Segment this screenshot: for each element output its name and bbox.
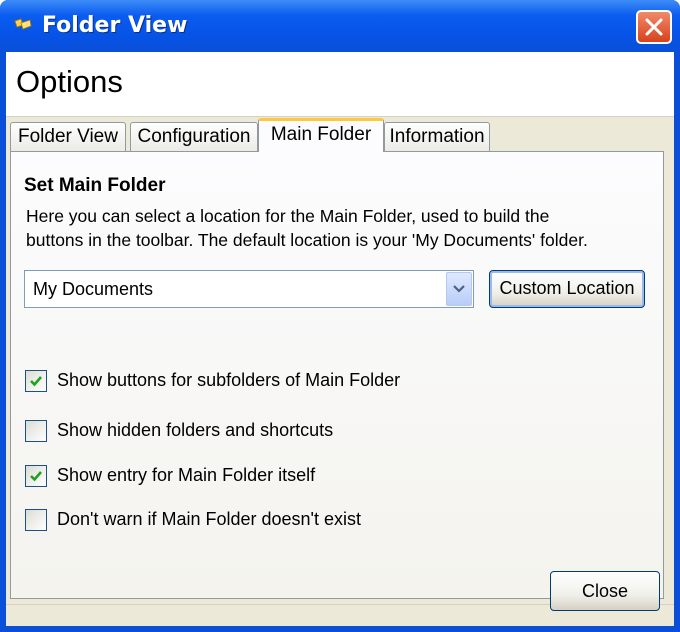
checkbox-label: Show buttons for subfolders of Main Fold…: [57, 370, 401, 390]
checkbox-label: Show hidden folders and shortcuts: [57, 420, 334, 440]
dialog-client-area: Options Folder View Configuration Main F…: [6, 52, 674, 626]
title-bar[interactable]: Folder View: [0, 0, 680, 52]
checkbox[interactable]: [25, 465, 47, 487]
checkbox[interactable]: [25, 509, 47, 531]
description-line: buttons in the toolbar. The default loca…: [26, 230, 588, 250]
folder-view-app-icon: [14, 18, 32, 30]
tab-configuration[interactable]: Configuration: [130, 122, 258, 151]
section-title: Set Main Folder: [24, 175, 166, 196]
checkbox-label: Show entry for Main Folder itself: [57, 465, 316, 485]
tab-folder-view[interactable]: Folder View: [10, 122, 126, 151]
chevron-down-icon: [453, 285, 465, 293]
window-title: Folder View: [42, 13, 188, 38]
tab-information[interactable]: Information: [384, 122, 490, 151]
checkbox[interactable]: [25, 420, 47, 442]
custom-location-button[interactable]: Custom Location: [489, 270, 645, 308]
description-line: Here you can select a location for the M…: [26, 206, 550, 226]
close-window-button[interactable]: [636, 10, 672, 44]
page-title: Options: [16, 64, 123, 99]
checkbox[interactable]: [25, 370, 47, 392]
checkmark-icon: [30, 376, 42, 387]
close-button[interactable]: Close: [550, 571, 660, 611]
tab-strip: Folder View Configuration Main Folder In…: [6, 118, 674, 152]
checkbox-label: Don't warn if Main Folder doesn't exist: [57, 509, 362, 529]
main-folder-panel: Set Main Folder Here you can select a lo…: [10, 151, 664, 599]
dialog-window: Folder View Options Folder View Configur…: [0, 0, 680, 632]
location-value: My Documents: [33, 279, 154, 299]
close-icon: [645, 18, 663, 36]
tab-main-folder[interactable]: Main Folder: [258, 118, 384, 152]
dropdown-button[interactable]: [446, 272, 472, 306]
checkmark-icon: [30, 471, 42, 482]
header-band: Options: [6, 52, 674, 117]
main-folder-location-select[interactable]: My Documents: [24, 270, 474, 308]
description-text: Here you can select a location for the M…: [26, 204, 656, 252]
